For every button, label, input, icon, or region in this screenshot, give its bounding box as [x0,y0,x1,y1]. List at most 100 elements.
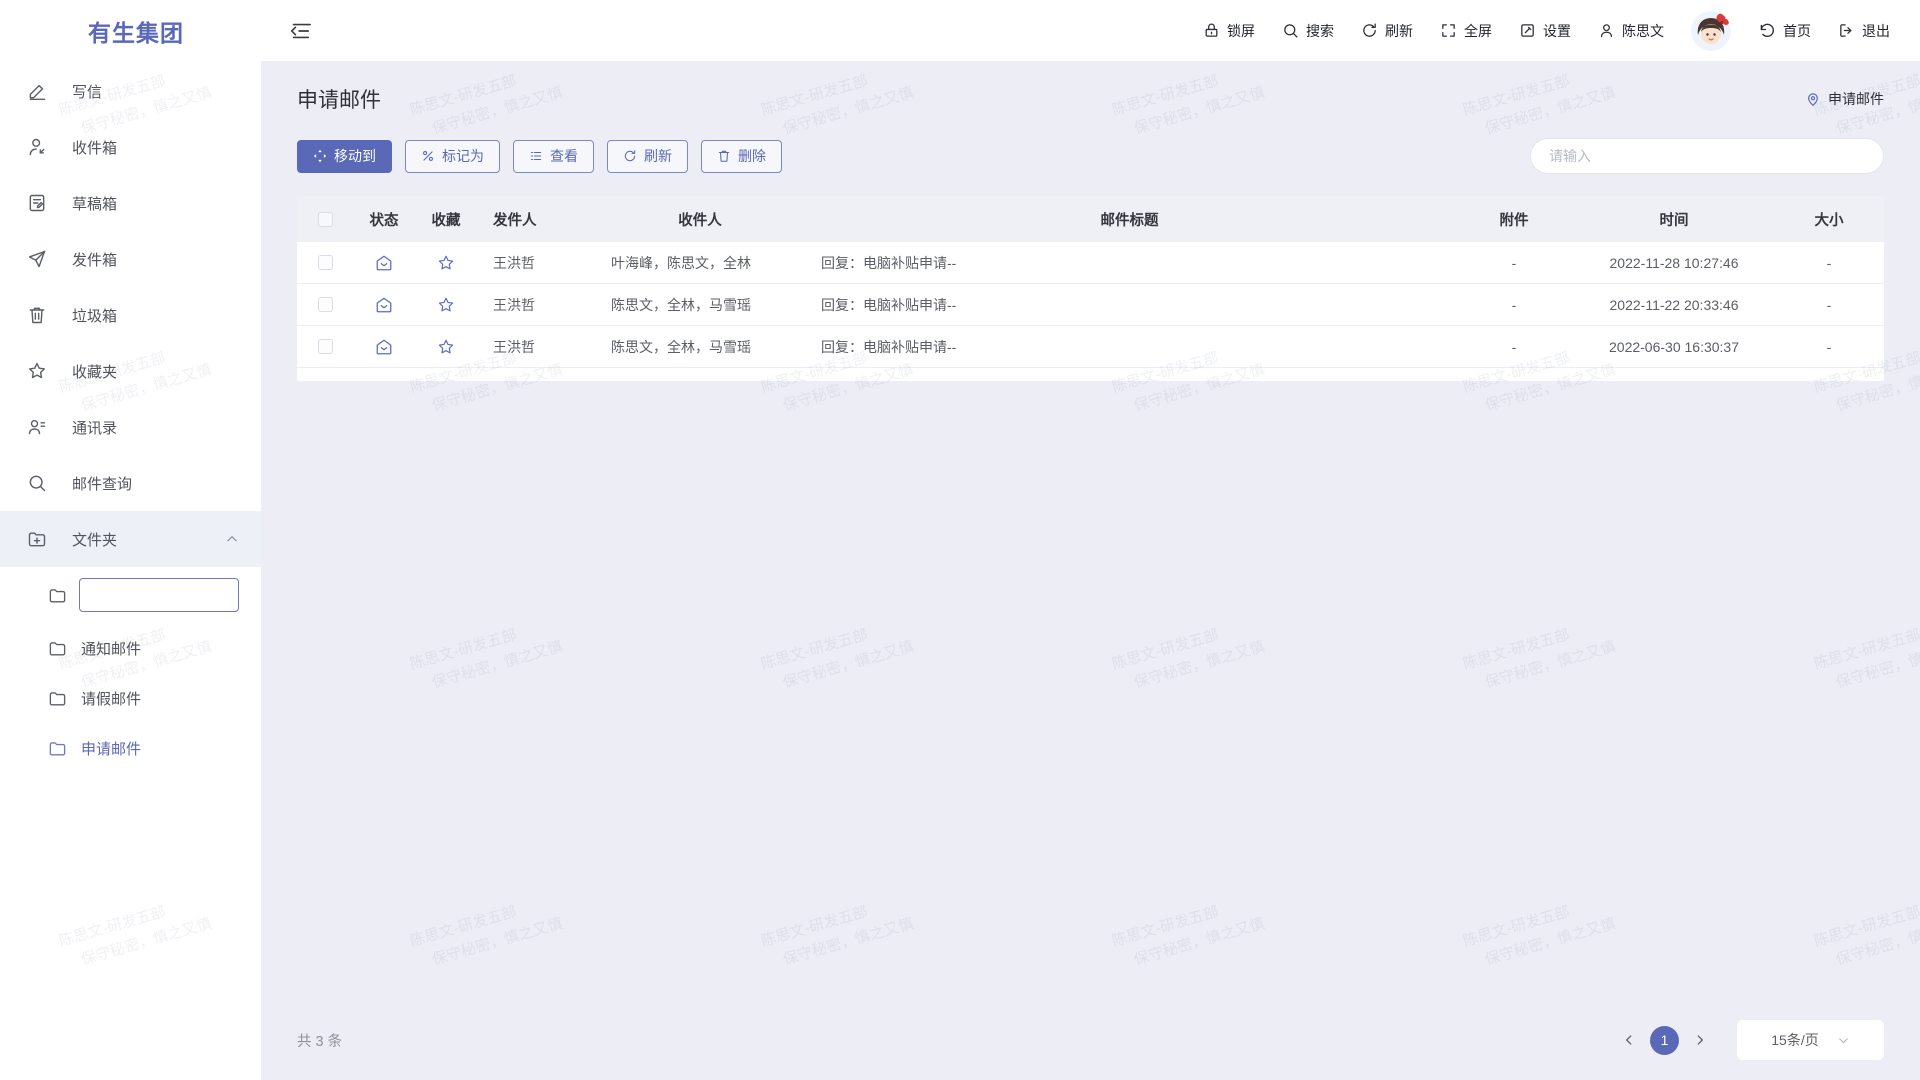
lock-icon [1203,22,1220,39]
sidebar-item-favorites[interactable]: 收藏夹 [0,343,261,399]
search-button[interactable]: 搜索 [1282,21,1334,41]
sidebar-folder-notice-mail[interactable]: 通知邮件 [0,623,261,673]
menu-fold-icon[interactable] [289,20,311,42]
sidebar-item-label: 收藏夹 [72,361,117,382]
table-header-row: 状态 收藏 发件人 收件人 邮件标题 附件 时间 大小 [297,196,1884,242]
delete-button[interactable]: 删除 [701,140,782,173]
view-label: 查看 [550,146,578,166]
current-page[interactable]: 1 [1650,1026,1679,1055]
lock-screen-button[interactable]: 锁屏 [1203,21,1255,41]
subject-cell[interactable]: 回复：电脑补贴申请-- [805,253,1454,273]
mail-open-icon[interactable] [353,296,415,314]
sender-cell: 王洪哲 [477,337,595,357]
row-checkbox[interactable] [318,255,333,270]
fullscreen-icon [1440,22,1457,39]
contacts-icon [27,417,47,437]
refresh-icon [1361,22,1378,39]
mail-search-input[interactable] [1530,138,1884,174]
sidebar-item-inbox[interactable]: 收件箱 [0,119,261,175]
list-view-icon [529,149,543,163]
pagination: 1 15条/页 [1618,1020,1884,1060]
attachment-cell: - [1454,339,1574,355]
recipients-cell: 陈思文，全林，马雪瑶 [595,295,805,315]
sidebar-folder-leave-mail[interactable]: 请假邮件 [0,673,261,723]
next-page-icon[interactable] [1689,1029,1711,1051]
favorite-star-icon[interactable] [415,296,477,314]
settings-button[interactable]: 设置 [1519,21,1571,41]
refresh-button[interactable]: 刷新 [1361,21,1413,41]
sidebar-item-label: 邮件查询 [72,473,132,494]
refresh-list-label: 刷新 [644,146,672,166]
back-home-icon [1758,22,1776,40]
logout-button[interactable]: 退出 [1838,21,1890,41]
row-checkbox[interactable] [318,297,333,312]
tag-percent-icon [421,149,435,163]
subject-cell[interactable]: 回复：电脑补贴申请-- [805,295,1454,315]
sidebar-item-compose[interactable]: 写信 [0,63,261,119]
refresh-icon [623,149,637,163]
star-icon [27,361,47,381]
move-icon [313,149,327,163]
sidebar-item-drafts[interactable]: 草稿箱 [0,175,261,231]
sidebar-section-folders[interactable]: 文件夹 [0,511,261,567]
draft-document-icon [27,193,47,213]
size-cell: - [1774,339,1884,355]
sidebar-item-label: 垃圾箱 [72,305,117,326]
sidebar-item-sent[interactable]: 发件箱 [0,231,261,287]
chevron-up-icon[interactable] [225,532,239,546]
current-user-button[interactable]: 陈思文 [1598,21,1664,41]
move-to-button[interactable]: 移动到 [297,140,392,173]
page-size-select[interactable]: 15条/页 [1737,1020,1884,1060]
pencil-icon [27,81,47,101]
table-row[interactable]: 王洪哲 陈思文，全林，马雪瑶 回复：电脑补贴申请-- - 2022-06-30 … [297,326,1884,368]
table-row[interactable]: 王洪哲 叶海峰，陈思文，全林 回复：电脑补贴申请-- - 2022-11-28 … [297,242,1884,284]
mail-table: 状态 收藏 发件人 收件人 邮件标题 附件 时间 大小 王洪哲 叶海峰，陈思文，… [297,196,1884,381]
mark-as-button[interactable]: 标记为 [405,140,500,173]
refresh-label: 刷新 [1385,21,1413,41]
sidebar-folder-label: 申请邮件 [81,738,141,759]
time-cell: 2022-11-22 20:33:46 [1574,297,1774,313]
sidebar-item-mail-search[interactable]: 邮件查询 [0,455,261,511]
refresh-list-button[interactable]: 刷新 [607,140,688,173]
folder-icon [48,739,67,758]
sidebar-section-label: 文件夹 [72,529,117,550]
sidebar-folder-label: 通知邮件 [81,638,141,659]
col-subject: 邮件标题 [805,209,1454,230]
sidebar-nav: 写信 收件箱 草稿箱 发件箱 垃圾箱 收藏夹 通讯录 邮件查询 [0,61,261,1080]
mail-open-icon[interactable] [353,254,415,272]
main-column: 锁屏 搜索 刷新 全屏 设置 陈思文 [261,0,1920,1080]
page-size-value: 15条/页 [1771,1030,1818,1050]
total-count: 共 3 条 [297,1030,342,1051]
col-time: 时间 [1574,209,1774,230]
sidebar-folder-application-mail[interactable]: 申请邮件 [0,723,261,773]
sidebar-item-label: 草稿箱 [72,193,117,214]
sidebar-item-label: 写信 [72,81,102,102]
view-button[interactable]: 查看 [513,140,594,173]
sidebar-item-label: 通讯录 [72,417,117,438]
sidebar-folder-label: 请假邮件 [81,688,141,709]
col-favorite: 收藏 [415,209,477,230]
subject-cell[interactable]: 回复：电脑补贴申请-- [805,337,1454,357]
sidebar-item-contacts[interactable]: 通讯录 [0,399,261,455]
time-cell: 2022-06-30 16:30:37 [1574,339,1774,355]
prev-page-icon[interactable] [1618,1029,1640,1051]
fullscreen-button[interactable]: 全屏 [1440,21,1492,41]
current-user-label: 陈思文 [1622,21,1664,41]
row-checkbox[interactable] [318,339,333,354]
move-to-label: 移动到 [334,146,376,166]
sidebar: 有生集团 写信 收件箱 草稿箱 发件箱 垃圾箱 收藏夹 通讯录 [0,0,261,1080]
favorite-star-icon[interactable] [415,338,477,356]
folder-icon [48,689,67,708]
sidebar-item-trash[interactable]: 垃圾箱 [0,287,261,343]
new-folder-input[interactable] [79,578,239,612]
col-recipients: 收件人 [595,209,805,230]
favorite-star-icon[interactable] [415,254,477,272]
table-row[interactable]: 王洪哲 陈思文，全林，马雪瑶 回复：电脑补贴申请-- - 2022-11-22 … [297,284,1884,326]
select-all-checkbox[interactable] [318,212,333,227]
mail-open-icon[interactable] [353,338,415,356]
brand-logo: 有生集团 [0,0,261,61]
user-avatar[interactable] [1691,11,1731,51]
col-attachment: 附件 [1454,209,1574,230]
home-button[interactable]: 首页 [1758,21,1811,41]
logout-label: 退出 [1862,21,1890,41]
